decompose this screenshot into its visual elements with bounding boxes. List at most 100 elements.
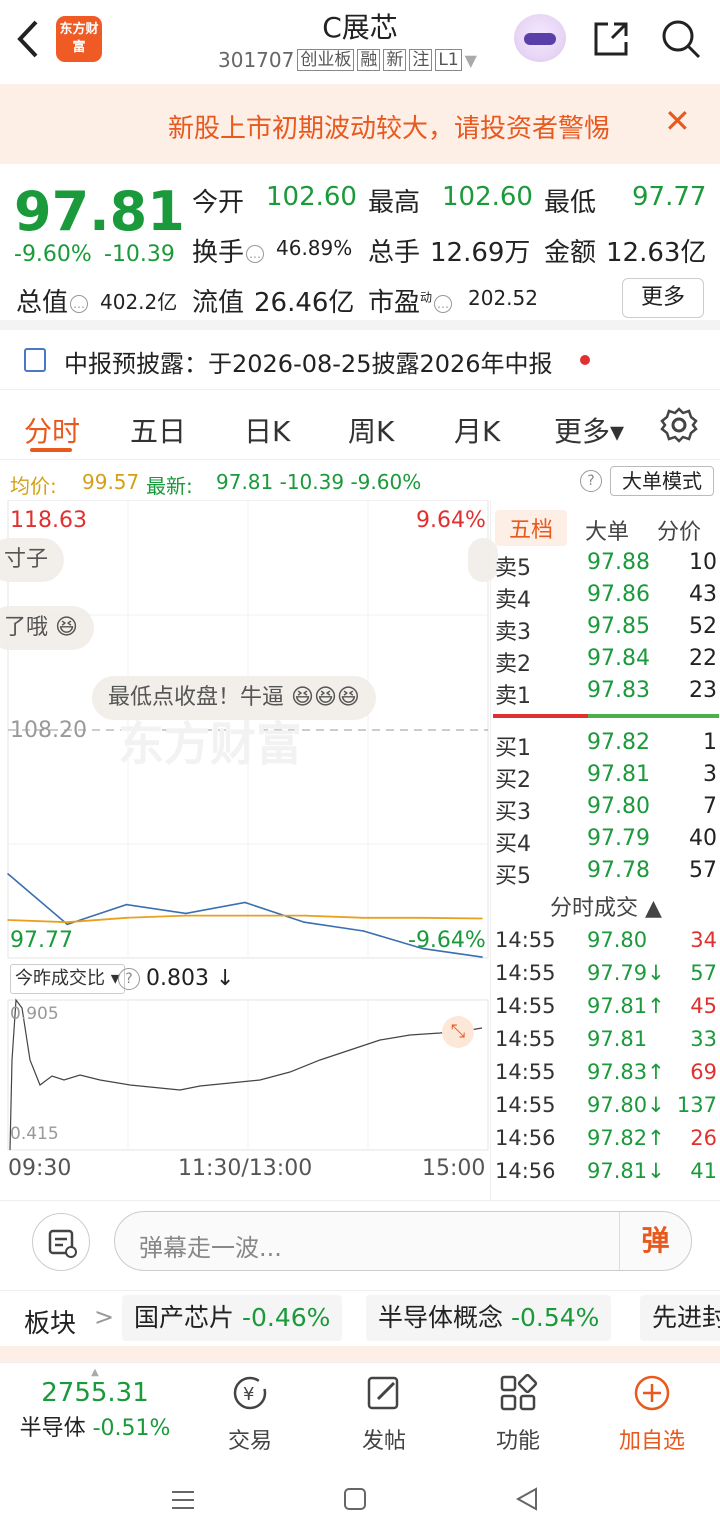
tab-more[interactable]: 更多▾	[554, 410, 624, 450]
unread-dot	[580, 355, 590, 365]
bid-row[interactable]: 买4 97.79 40	[495, 826, 717, 858]
more-button[interactable]: 更多	[622, 278, 704, 318]
open-label: 今开	[192, 188, 245, 218]
low-value: 97.77	[632, 182, 707, 212]
svg-text:¥: ¥	[243, 1384, 254, 1405]
tab-price-distribution[interactable]: 分价	[657, 514, 701, 546]
trade-row: 14:56 97.81↓ 41	[495, 1159, 719, 1191]
sector-chip[interactable]: 半导体概念 -0.54%	[366, 1295, 612, 1341]
assistant-avatar[interactable]	[514, 14, 566, 62]
low-label: 最低	[544, 188, 597, 218]
price-point	[185, 912, 187, 915]
ask-row[interactable]: 卖5 97.88 10	[495, 550, 717, 582]
tab-intraday[interactable]: 分时	[24, 410, 80, 450]
ask-volume: 10	[689, 550, 717, 575]
bid-row[interactable]: 买1 97.82 1	[495, 730, 717, 762]
tab-monthly-k[interactable]: 月K	[454, 410, 500, 450]
sector-name: 半导体概念	[378, 1303, 504, 1332]
trade-volume: 45	[690, 994, 717, 1018]
menu-icon[interactable]	[170, 1488, 196, 1512]
sector-change: -0.54%	[510, 1303, 600, 1332]
ask-row[interactable]: 卖4 97.86 43	[495, 582, 717, 614]
home-icon[interactable]	[342, 1486, 368, 1512]
bid-level: 买3	[495, 800, 531, 825]
ask-row[interactable]: 卖1 97.83 23	[495, 678, 717, 710]
ask-row[interactable]: 卖3 97.85 52	[495, 614, 717, 646]
info-icon[interactable]: …	[434, 294, 453, 313]
volume-ratio-dropdown[interactable]: 今昨成交比 ▾	[10, 964, 125, 994]
turnover-label[interactable]: 换手…	[192, 232, 265, 269]
trades-header[interactable]: 分时成交 ▲	[491, 890, 720, 922]
avg-price-point	[66, 921, 69, 923]
ask-row[interactable]: 卖2 97.84 22	[495, 646, 717, 678]
intraday-chart[interactable]: 东方财富 118.63 9.64% 108.20 97.77 -9.64% 寸子…	[0, 499, 498, 1200]
share-icon[interactable]	[592, 20, 630, 58]
sector-label[interactable]: 板块	[24, 1303, 76, 1340]
ask-volume: 43	[689, 582, 717, 607]
stock-code-line[interactable]: 301707 创业板 融 新 注 L1 ▼	[218, 48, 477, 72]
tab-big-orders[interactable]: 大单	[585, 514, 629, 546]
tab-weekly-k[interactable]: 周K	[348, 410, 394, 450]
pe-label[interactable]: 市盈动…	[368, 282, 453, 319]
header: 东方财富 C展芯 301707 创业板 融 新 注 L1 ▼	[0, 0, 720, 84]
search-icon[interactable]	[660, 18, 702, 60]
danmaku-input[interactable]: 弹幕走一波... 弹	[114, 1211, 692, 1271]
sector-strip: 板块 > 国产芯片 -0.46% 半导体概念 -0.54% 先进封	[0, 1290, 720, 1346]
time-label-mid: 11:30/13:00	[178, 1156, 313, 1181]
avg-price-label: 均价:	[10, 474, 57, 498]
market-cap-label[interactable]: 总值…	[16, 282, 89, 319]
chevron-right-icon[interactable]: >	[94, 1303, 114, 1331]
danmaku-placeholder: 弹幕走一波...	[139, 1234, 282, 1262]
ask-level: 卖4	[495, 588, 531, 613]
trade-time: 14:56	[495, 1159, 556, 1183]
trade-volume: 57	[690, 961, 717, 985]
bid-price: 97.78	[587, 858, 650, 883]
tab-five-levels[interactable]: 五档	[495, 510, 568, 546]
amount-label: 金额	[544, 238, 597, 268]
volume-ratio-line	[9, 998, 483, 1151]
nav-add-watchlist[interactable]: 加自选	[592, 1369, 712, 1455]
tab-five-day[interactable]: 五日	[130, 410, 186, 450]
sector-name: 先进封	[652, 1303, 720, 1332]
bid-row[interactable]: 买5 97.78 57	[495, 858, 717, 890]
danmaku-send-button[interactable]: 弹	[619, 1212, 691, 1270]
sector-change: -0.46%	[241, 1303, 331, 1332]
trade-time: 14:55	[495, 1027, 556, 1051]
nav-post[interactable]: 发帖	[324, 1369, 444, 1455]
sector-chip[interactable]: 国产芯片 -0.46%	[122, 1295, 343, 1341]
help-icon[interactable]: ?	[580, 470, 602, 492]
danmaku-bubble[interactable]: 了哦 😆	[0, 606, 94, 650]
earnings-notice[interactable]: 中报预披露：于2026-08-25披露2026年中报	[0, 330, 720, 390]
tab-daily-k[interactable]: 日K	[244, 410, 290, 450]
grid-icon	[500, 1373, 538, 1411]
sector-chip[interactable]: 先进封	[640, 1295, 720, 1341]
new-tag: 新	[383, 49, 407, 71]
trade-row: 14:56 97.82↑ 26	[495, 1126, 719, 1158]
bid-row[interactable]: 买2 97.81 3	[495, 762, 717, 794]
nav-trade[interactable]: ¥ 交易	[190, 1369, 310, 1455]
bid-row[interactable]: 买3 97.80 7	[495, 794, 717, 826]
ask-price: 97.88	[587, 550, 650, 575]
info-icon[interactable]: …	[70, 294, 89, 313]
info-icon[interactable]: …	[246, 244, 265, 263]
danmaku-settings-icon[interactable]	[32, 1213, 90, 1271]
danmaku-bubble[interactable]: 最低点收盘！牛逼 😆😆😆	[92, 676, 376, 720]
expand-icon[interactable]: ⤡	[442, 1016, 474, 1048]
index-value: 2755.31	[41, 1378, 149, 1408]
volume-value: 12.69万	[430, 238, 531, 268]
volume-ratio-bottom-label: 0.415	[10, 1124, 59, 1144]
nav-functions[interactable]: 功能	[458, 1369, 578, 1455]
trade-volume: 26	[690, 1126, 717, 1150]
gear-icon[interactable]	[660, 406, 698, 444]
price-point	[125, 903, 128, 906]
stock-code: 301707	[218, 48, 295, 72]
index-quote[interactable]: ▲ 2755.31 半导体 -0.51%	[0, 1367, 190, 1442]
order-book-panel: 五档 大单 分价 卖5 97.88 10 卖4 97.86 43 卖3 97.85 52 卖2 97…	[490, 500, 720, 1200]
danmaku-bubble[interactable]: 寸子	[0, 538, 65, 582]
turnover-label-text: 换手	[192, 238, 245, 268]
close-icon[interactable]: ✕	[664, 102, 691, 140]
back-triangle-icon[interactable]	[514, 1486, 540, 1512]
big-order-mode-button[interactable]: 大单模式	[610, 466, 714, 496]
help-icon[interactable]: ?	[118, 968, 140, 990]
top-price-label: 118.63	[10, 508, 87, 533]
